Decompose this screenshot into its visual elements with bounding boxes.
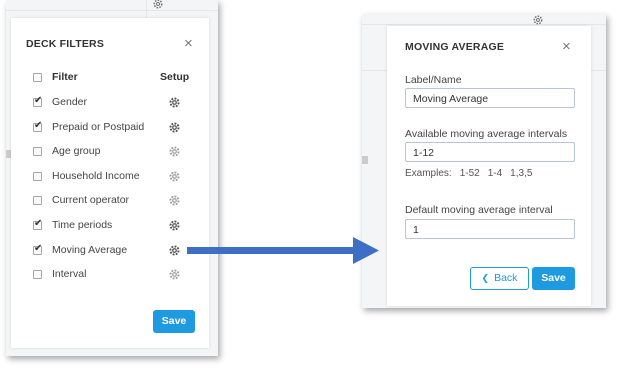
filter-checkbox[interactable] [33, 196, 42, 206]
dialog-title: DECK FILTERS [26, 38, 105, 50]
filter-label: Age group [52, 145, 101, 158]
filter-checkbox[interactable]: ✔ [33, 119, 43, 132]
gear-icon[interactable] [168, 219, 181, 232]
right-arrow-icon [187, 237, 379, 264]
background-divider [146, 0, 147, 18]
filter-checkbox[interactable] [33, 270, 42, 280]
back-label: Back [494, 272, 518, 284]
checkmark-icon: ✔ [34, 95, 43, 106]
chevron-left-icon: ❮ [481, 273, 490, 283]
examples-hint: Examples: 1-52 1-4 1,3,5 [405, 168, 540, 179]
default-interval-input[interactable]: 1 [405, 219, 575, 239]
filter-label: Moving Average [52, 243, 128, 256]
filter-column-header: Filter [52, 71, 78, 83]
deck-filters-dialog: DECK FILTERS × Filter Setup ✔ Gender ✔ Prep… [11, 18, 209, 348]
filter-checkbox[interactable] [33, 171, 42, 181]
back-button[interactable]: ❮ Back [470, 267, 529, 290]
filter-checkbox[interactable] [33, 147, 42, 157]
filter-row: Age group [11, 142, 209, 162]
background-gear-icon [533, 15, 543, 25]
checkmark-icon: ✔ [34, 218, 43, 229]
gear-icon[interactable] [168, 145, 181, 158]
label-name-input[interactable]: Moving Average [405, 88, 575, 108]
default-interval-label: Default moving average interval [405, 204, 553, 216]
save-button[interactable]: Save [153, 310, 195, 333]
filter-row: ✔ Prepaid or Postpaid [11, 118, 209, 138]
filter-row: ✔ Moving Average [11, 241, 209, 261]
example-value: 1-52 [459, 168, 480, 179]
tutorial-canvas: DECK FILTERS × Filter Setup ✔ Gender ✔ Prep… [0, 0, 631, 375]
setup-column-header: Setup [160, 71, 190, 83]
example-value: 1,3,5 [510, 168, 533, 179]
gear-icon[interactable] [168, 268, 181, 281]
gear-icon[interactable] [168, 96, 181, 109]
select-all-checkbox[interactable] [33, 73, 42, 82]
close-icon[interactable]: × [562, 39, 571, 54]
filter-label: Prepaid or Postpaid [52, 120, 145, 133]
dialog-title: MOVING AVERAGE [405, 41, 505, 53]
filter-row: Interval [11, 265, 209, 285]
filter-label: Time periods [52, 219, 113, 231]
arrow-shaft [187, 247, 355, 254]
filter-label: Interval [52, 268, 87, 281]
intervals-input[interactable]: 1-12 [405, 142, 575, 162]
close-icon[interactable]: × [184, 36, 193, 51]
filter-checkbox[interactable]: ✔ [33, 218, 43, 230]
gear-icon[interactable] [168, 244, 181, 257]
filter-header-row: Filter Setup [11, 68, 209, 88]
filter-checkbox[interactable]: ✔ [33, 95, 43, 107]
filter-row: Current operator [11, 191, 209, 211]
gear-icon[interactable] [168, 121, 181, 134]
filter-checkbox[interactable]: ✔ [33, 242, 43, 255]
save-button[interactable]: Save [532, 267, 575, 290]
gear-icon[interactable] [168, 194, 181, 207]
filter-row: ✔ Gender [11, 93, 209, 113]
filter-label: Gender [52, 96, 88, 108]
filter-label: Current operator [52, 194, 130, 207]
checkmark-icon: ✔ [34, 242, 43, 254]
filter-row: ✔ Time periods [11, 216, 209, 236]
filter-row: Household Income [11, 167, 209, 187]
arrow-head [353, 237, 379, 264]
checkmark-icon: ✔ [34, 119, 43, 131]
moving-average-dialog: MOVING AVERAGE × Label/Name Moving Avera… [387, 26, 591, 306]
label-name-label: Label/Name [405, 74, 462, 86]
intervals-label: Available moving average intervals [405, 128, 568, 140]
filter-label: Household Income [52, 169, 140, 182]
examples-label: Examples: [405, 168, 452, 179]
background-divider [6, 10, 218, 11]
background-divider [362, 24, 606, 25]
gear-icon[interactable] [168, 170, 181, 183]
background-fragment [362, 156, 368, 164]
example-value: 1-4 [487, 168, 503, 179]
background-gear-icon [153, 0, 163, 9]
